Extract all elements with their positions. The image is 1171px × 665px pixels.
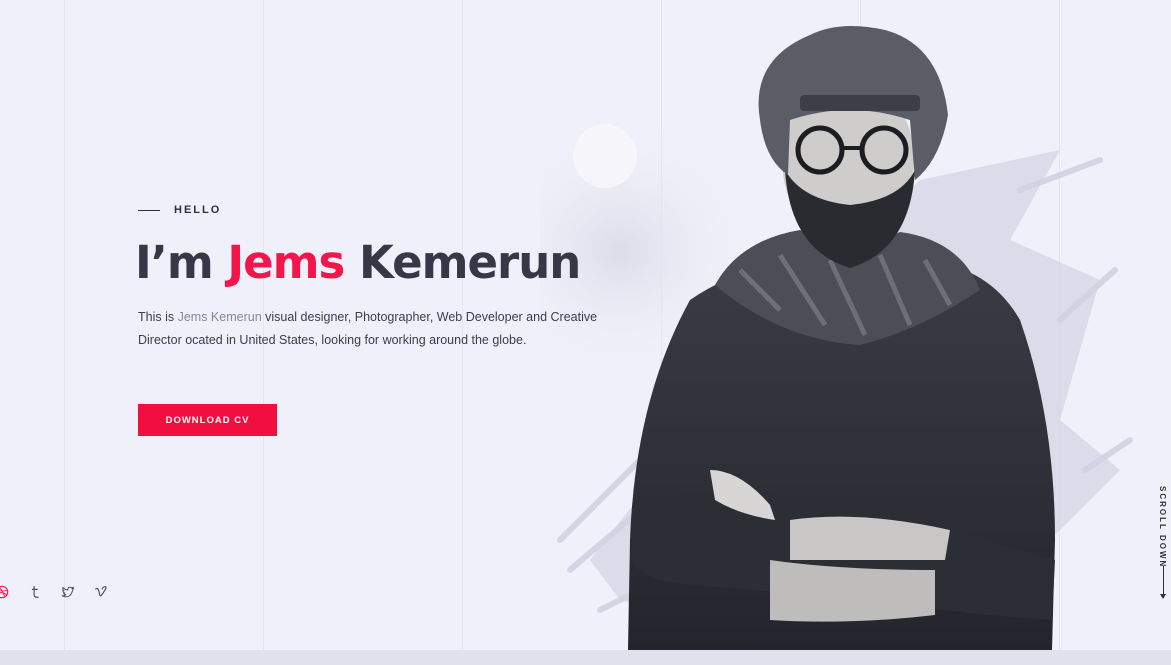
headline-suffix: Kemerun (344, 236, 581, 289)
grid-line (64, 0, 65, 665)
twitter-icon[interactable] (60, 584, 76, 600)
eyebrow-line (138, 209, 160, 211)
social-links (0, 584, 126, 600)
vimeo-icon[interactable] (93, 584, 109, 600)
intro-before: This is (138, 310, 178, 324)
download-cv-button[interactable]: DOWNLOAD CV (138, 404, 277, 436)
bottom-band (0, 650, 1171, 665)
hero-headline: I’m Jems Kemerun (135, 238, 658, 288)
scroll-down-label: SCROLL DOWN (1158, 486, 1167, 569)
arrow-down-icon (1160, 566, 1166, 599)
scroll-down[interactable]: SCROLL DOWN (1157, 486, 1171, 602)
tumblr-icon[interactable] (27, 584, 43, 600)
eyebrow-text: HELLO (174, 204, 222, 216)
eyebrow: HELLO (138, 200, 658, 220)
intro-name: Jems Kemerun (177, 310, 262, 324)
hero-section: HELLO I’m Jems Kemerun This is Jems Keme… (135, 200, 658, 352)
hero-intro: This is Jems Kemerun visual designer, Ph… (138, 306, 608, 352)
dribbble-icon[interactable] (0, 584, 10, 600)
headline-prefix: I’m (135, 236, 228, 289)
headline-highlight: Jems (227, 236, 345, 289)
